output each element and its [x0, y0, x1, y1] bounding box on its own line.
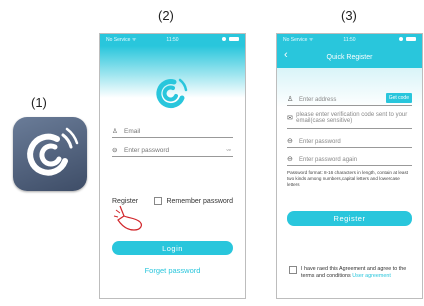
- step-label-1: (1): [31, 95, 47, 110]
- step-label-3: (3): [341, 8, 357, 23]
- eye-icon[interactable]: ᵕᵕ: [226, 148, 231, 154]
- lock-icon: ⊖: [287, 138, 293, 145]
- tap-hand-icon: [113, 205, 142, 231]
- status-bar: No Service ᯤ 11:50: [100, 34, 245, 46]
- lock-icon: ⊖: [287, 156, 293, 163]
- user-icon: ♙: [112, 128, 118, 135]
- step-label-2: (2): [158, 8, 174, 23]
- app-logo-icon: [27, 127, 79, 176]
- lock-icon: ⊖: [112, 147, 118, 154]
- envelope-icon: ✉: [287, 114, 293, 122]
- get-code-button[interactable]: Get code: [385, 93, 412, 103]
- agree-checkbox[interactable]: [289, 266, 297, 274]
- remember-checkbox[interactable]: [154, 197, 163, 205]
- forget-password-link[interactable]: Forget password: [100, 266, 245, 275]
- status-time: 11:50: [343, 37, 356, 43]
- agreement-row: I have raed this Agreement and agree to …: [289, 266, 414, 280]
- status-bar: No Service ᯤ 11:50: [277, 34, 422, 46]
- page-title: Quick Register: [326, 53, 373, 61]
- password-again-field[interactable]: ⊖ Enter password again: [287, 152, 412, 166]
- register-button[interactable]: Register: [287, 211, 412, 226]
- password-field[interactable]: ⊖ Enter password ᵕᵕ: [112, 143, 233, 157]
- password-hint: Password format: 8-16 characters in leng…: [287, 170, 409, 187]
- verification-code-field[interactable]: ✉ please enter verification code sent to…: [287, 109, 412, 129]
- password-field[interactable]: ⊖ Enter password: [287, 134, 412, 148]
- login-button[interactable]: Login: [112, 241, 233, 255]
- back-chevron-icon[interactable]: ‹: [284, 49, 288, 61]
- user-agreement-link[interactable]: User agreement: [352, 273, 391, 279]
- email-field[interactable]: ♙ Email: [112, 124, 233, 138]
- status-time: 11:50: [166, 37, 179, 43]
- user-icon: ♙: [287, 96, 294, 103]
- register-navbar: ‹ Quick Register: [277, 46, 422, 68]
- logo-icon: [156, 78, 188, 109]
- app-icon[interactable]: [13, 117, 87, 191]
- register-screen: No Service ᯤ 11:50 ‹ Quick Register ♙ En…: [276, 33, 423, 299]
- login-screen: No Service ᯤ 11:50 ♙ Email ⊖ Enter passw…: [99, 33, 246, 299]
- remember-password-option[interactable]: Remember password: [154, 197, 233, 205]
- address-field[interactable]: ♙ Enter address Get code: [287, 92, 412, 106]
